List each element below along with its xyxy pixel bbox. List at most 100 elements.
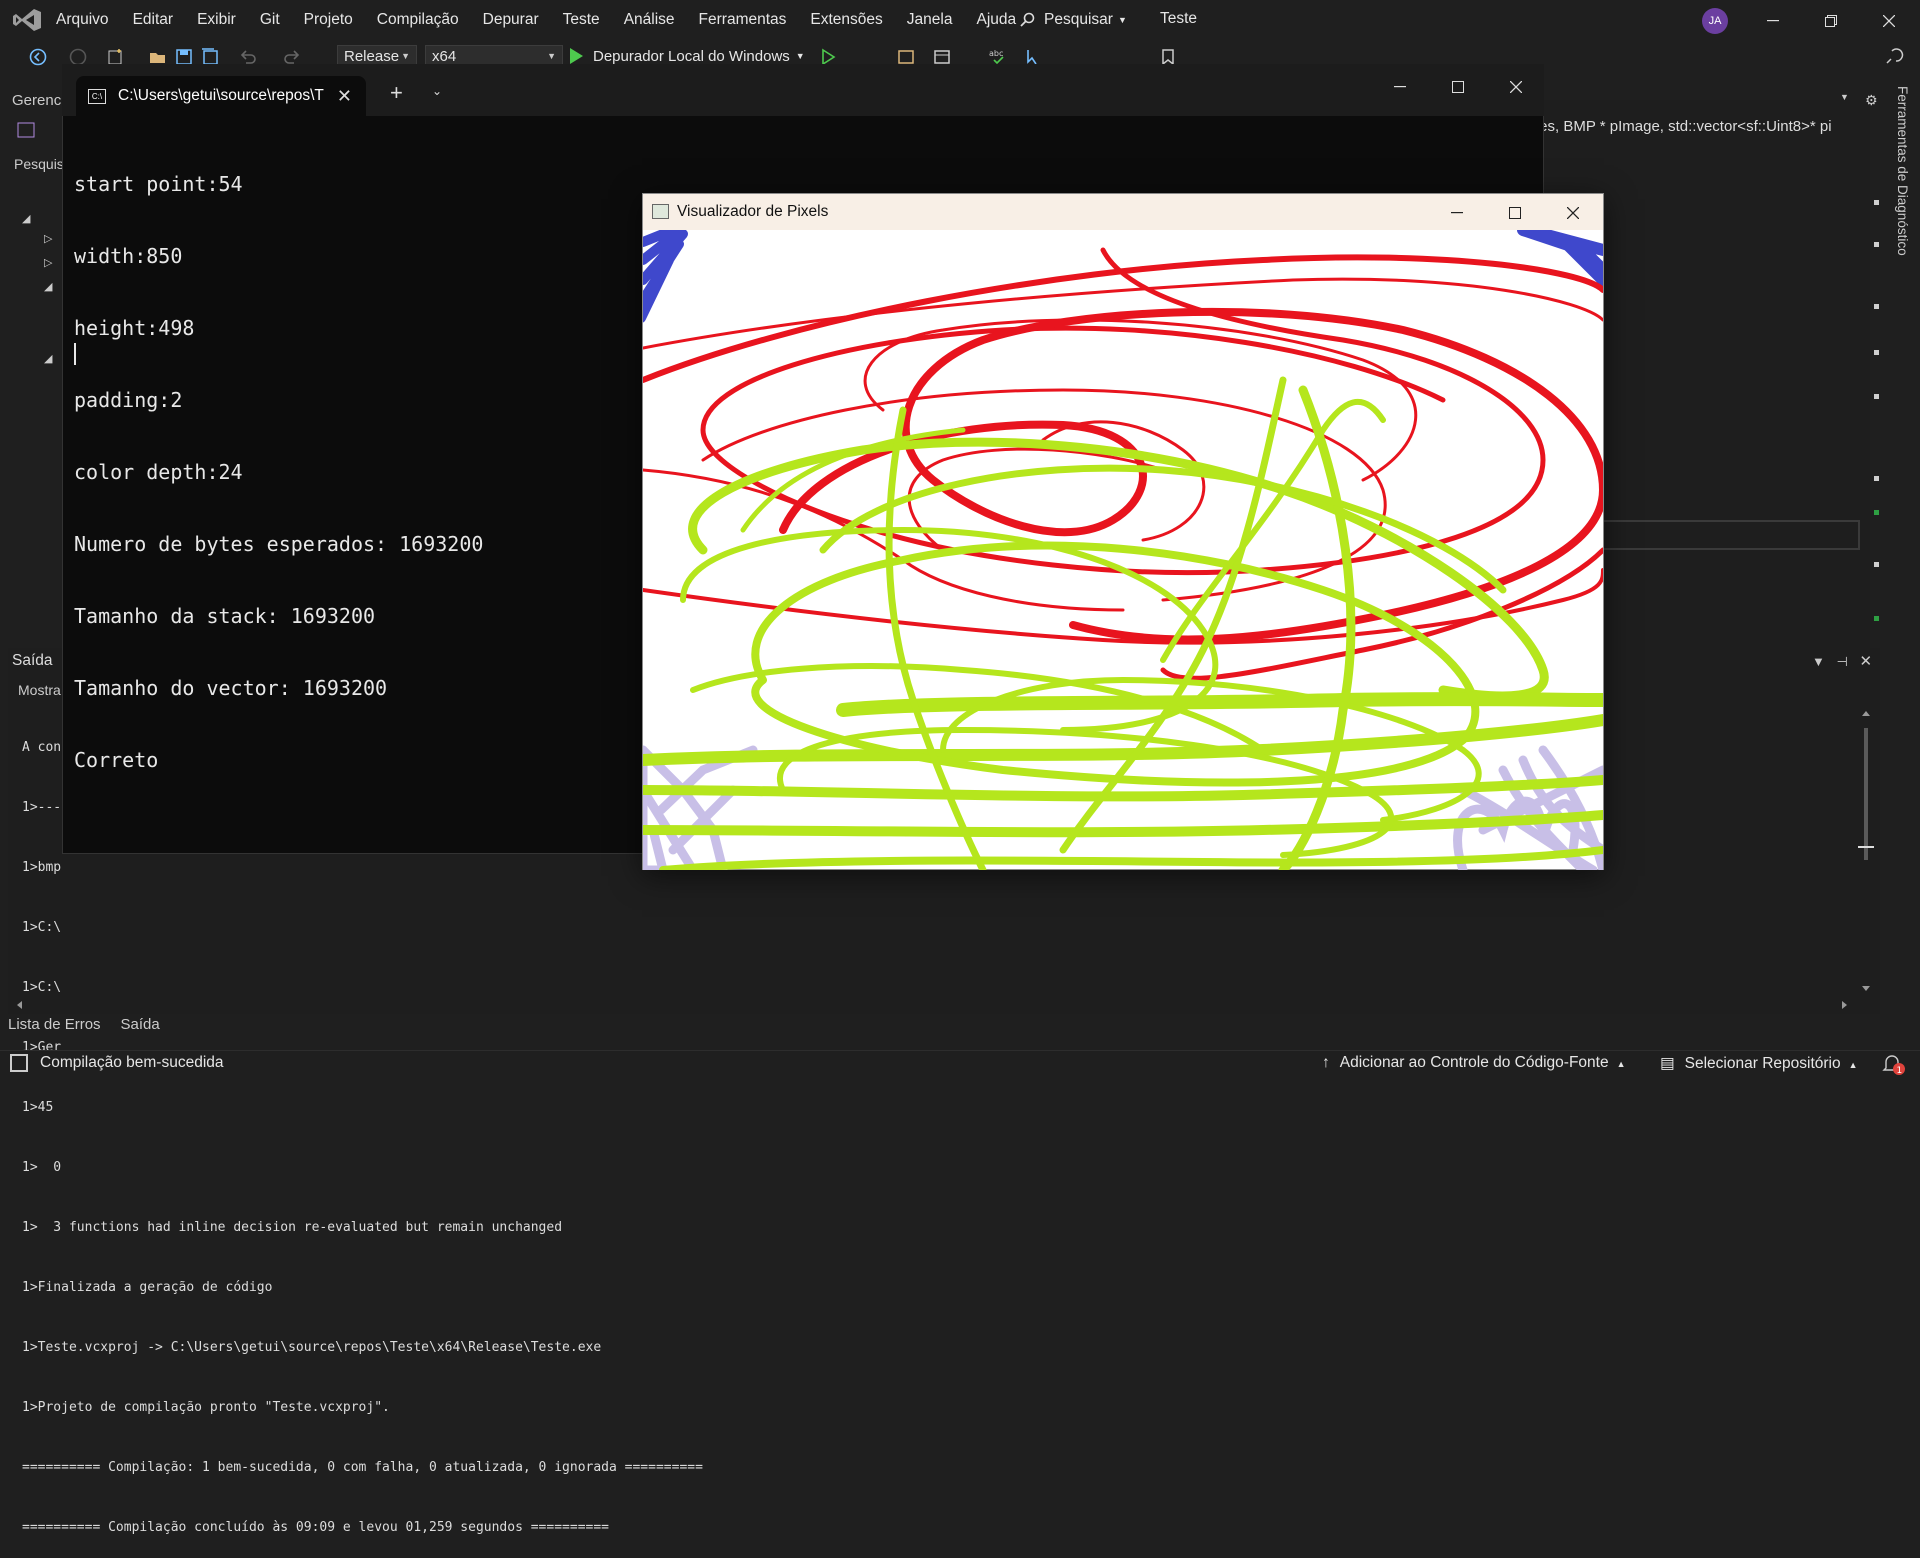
scroll-marker [1874, 616, 1879, 621]
visual-studio-logo-icon[interactable] [12, 8, 42, 32]
output-line: 1>C:\ [22, 920, 62, 935]
notification-count: 1 [1897, 1066, 1903, 1076]
status-text: Compilação bem-sucedida [40, 1054, 224, 1071]
search-button[interactable]: Pesquisar ▼ [1020, 8, 1127, 32]
member-navigation-bar[interactable]: tes, BMP * pImage, std::vector<sf::Uint8… [1535, 118, 1832, 135]
terminal-maximize-button[interactable] [1436, 72, 1480, 102]
restore-button[interactable] [1809, 6, 1853, 36]
feedback-icon[interactable] [1884, 47, 1904, 67]
terminal-line: color depth:24 [74, 460, 243, 484]
menu-exibir[interactable]: Exibir [185, 11, 248, 29]
viewer-maximize-button[interactable] [1486, 196, 1544, 230]
chevron-down-icon[interactable]: ▼ [1812, 654, 1825, 669]
terminal-cursor [74, 343, 76, 365]
editor-highlight [1600, 520, 1860, 550]
output-line: 1>bmp [22, 860, 62, 875]
tree-collapse-icon[interactable]: ◢ [44, 280, 52, 293]
scroll-marker [1874, 350, 1879, 355]
scroll-marker [1874, 562, 1879, 567]
tree-collapse-icon[interactable]: ◢ [22, 212, 30, 225]
restore-icon [1825, 15, 1837, 27]
maximize-icon [1509, 207, 1521, 219]
close-icon [1883, 15, 1895, 27]
search-icon [1020, 12, 1035, 27]
close-button[interactable] [1867, 6, 1911, 36]
add-source-control-button[interactable]: ↑ Adicionar ao Controle do Código-Fonte ▲ [1322, 1054, 1626, 1072]
close-icon[interactable]: ✕ [337, 86, 352, 107]
output-line: 1>Projeto de compilação pronto "Teste.vc… [22, 1400, 390, 1415]
tab-error-list[interactable]: Lista de Erros [8, 1016, 101, 1038]
run-label: Depurador Local do Windows [593, 47, 790, 65]
output-horizontal-scrollbar[interactable] [14, 998, 1850, 1012]
minimize-icon [1767, 20, 1779, 22]
terminal-tab-title: C:\Users\getui\source\repos\T [118, 87, 324, 104]
maximize-icon [1452, 81, 1464, 93]
menu-editar[interactable]: Editar [121, 11, 186, 29]
chevron-down-icon[interactable]: ⌄ [432, 84, 442, 98]
output-source-label: Mostra [18, 682, 61, 698]
solution-name: Teste [1160, 10, 1198, 27]
menu-depurar[interactable]: Depurar [471, 11, 551, 29]
status-icon [10, 1054, 28, 1072]
diagnostic-tools-tab[interactable]: Ferramentas de Diagnóstico [1884, 86, 1910, 286]
tree-expand-icon[interactable]: ▷ [44, 232, 52, 245]
terminal-line: Tamanho da stack: 1693200 [74, 604, 376, 628]
menu-projeto[interactable]: Projeto [292, 11, 365, 29]
tree-expand-icon[interactable]: ▷ [44, 256, 52, 269]
configuration-value: Release [344, 47, 400, 65]
menu-git[interactable]: Git [248, 11, 292, 29]
close-icon [1567, 207, 1579, 219]
menu-janela[interactable]: Janela [895, 11, 965, 29]
terminal-close-button[interactable] [1494, 72, 1538, 102]
arrow-up-icon: ↑ [1322, 1054, 1330, 1071]
terminal-minimize-button[interactable] [1378, 72, 1422, 102]
avatar[interactable]: JA [1702, 8, 1728, 34]
pin-icon[interactable]: ⊣ [1837, 654, 1848, 669]
scroll-marker [1874, 510, 1879, 515]
viewer-close-button[interactable] [1544, 196, 1602, 230]
output-line: 1>C:\ [22, 980, 62, 995]
terminal-line: start point:54 [74, 172, 243, 196]
bottom-panel-tabs: Lista de Erros Saída [8, 1016, 160, 1038]
output-line: 1> 0 [22, 1160, 62, 1175]
minimize-icon [1451, 212, 1463, 214]
close-icon[interactable]: ✕ [1859, 653, 1872, 670]
menu-extensoes[interactable]: Extensões [798, 11, 894, 29]
output-line: ========== Compilação concluído às 09:09… [22, 1520, 609, 1535]
repository-icon: ▤ [1660, 1055, 1675, 1072]
terminal-tab[interactable]: C:\ C:\Users\getui\source\repos\T ✕ [76, 76, 366, 116]
svg-text:abc: abc [989, 49, 1003, 58]
pixel-canvas[interactable] [643, 230, 1603, 870]
minimize-icon [1394, 86, 1406, 88]
tree-collapse-icon[interactable]: ◢ [44, 352, 52, 365]
menu-analise[interactable]: Análise [612, 11, 687, 29]
menu-items: Arquivo Editar Exibir Git Projeto Compil… [44, 0, 1028, 40]
terminal-line: width:850 [74, 244, 183, 268]
play-icon [570, 48, 583, 64]
output-line: 1>45 [22, 1100, 54, 1115]
terminal-output[interactable]: start point:54 width:850 height:498 padd… [74, 124, 483, 796]
gear-icon[interactable]: ⚙ [1865, 92, 1878, 109]
tab-output[interactable]: Saída [121, 1016, 160, 1038]
menu-ferramentas[interactable]: Ferramentas [687, 11, 799, 29]
output-vertical-scrollbar[interactable] [1858, 706, 1874, 996]
select-repository-button[interactable]: ▤ Selecionar Repositório ▲ [1660, 1054, 1858, 1073]
navigate-back-icon[interactable] [28, 47, 48, 67]
minimize-button[interactable] [1751, 6, 1795, 36]
menu-compilacao[interactable]: Compilação [365, 11, 471, 29]
new-tab-button[interactable]: + [390, 80, 403, 106]
chevron-down-icon[interactable]: ▼ [1840, 92, 1849, 102]
menu-ajuda[interactable]: Ajuda [964, 11, 1028, 29]
menu-teste[interactable]: Teste [551, 11, 612, 29]
viewer-minimize-button[interactable] [1428, 196, 1486, 230]
notifications-button[interactable]: 1 [1882, 1054, 1908, 1080]
solution-explorer-tab[interactable]: Gerenci [12, 92, 65, 109]
output-line: 1>Teste.vcxproj -> C:\Users\getui\source… [22, 1340, 602, 1355]
terminal-line: Correto [74, 748, 159, 772]
visual-studio-project-icon[interactable] [16, 120, 38, 140]
status-message: Compilação bem-sucedida [10, 1054, 224, 1072]
menu-arquivo[interactable]: Arquivo [44, 11, 121, 29]
solution-explorer-search[interactable]: Pesquis [14, 156, 64, 172]
terminal-line: Tamanho do vector: 1693200 [74, 676, 388, 700]
terminal-line: height:498 [74, 316, 195, 340]
